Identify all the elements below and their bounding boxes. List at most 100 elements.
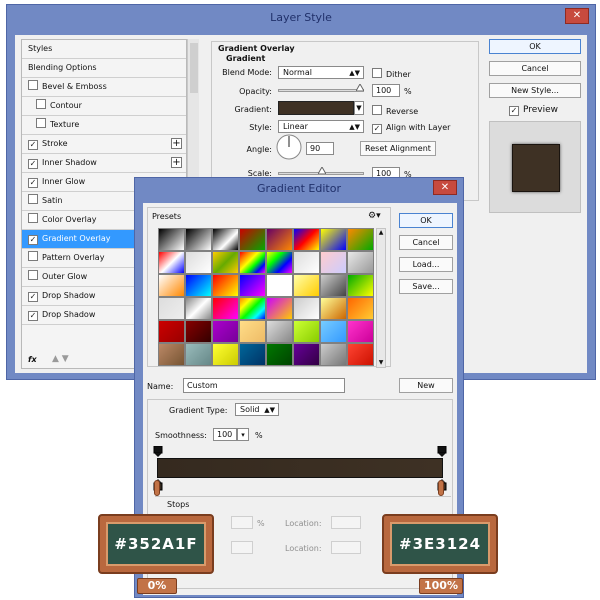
preset-swatch[interactable] [266, 228, 293, 251]
preset-swatch[interactable] [347, 274, 374, 297]
sidebar-item[interactable]: Texture [22, 116, 186, 135]
presets-scrollbar[interactable]: ▲ ▼ [376, 228, 386, 368]
angle-input[interactable]: 90 [306, 142, 334, 155]
preset-swatch[interactable] [266, 320, 293, 343]
preset-swatch[interactable] [347, 228, 374, 251]
preview-checkbox-row[interactable]: ✓ Preview [509, 105, 558, 116]
sidebar-item-checkbox[interactable]: ✓ [28, 235, 38, 245]
sidebar-item[interactable]: ✓ Stroke + [22, 135, 186, 154]
preset-swatch[interactable] [212, 343, 239, 366]
preset-swatch[interactable] [185, 343, 212, 366]
sidebar-item-checkbox[interactable]: ✓ [28, 292, 38, 302]
preset-swatch[interactable] [266, 297, 293, 320]
preset-swatch[interactable] [293, 297, 320, 320]
preset-swatch[interactable] [239, 343, 266, 366]
preset-swatch[interactable] [266, 251, 293, 274]
ge-ok-button[interactable]: OK [399, 213, 453, 228]
opacity-stop-left[interactable] [153, 446, 163, 457]
preset-swatch[interactable] [293, 274, 320, 297]
blend-mode-select[interactable]: Normal ▲▼ [278, 66, 364, 79]
preset-swatch[interactable] [320, 251, 347, 274]
style-select[interactable]: Linear ▲▼ [278, 120, 364, 133]
preset-swatch[interactable] [347, 251, 374, 274]
preset-swatch[interactable] [293, 228, 320, 251]
opacity-slider[interactable] [278, 89, 364, 92]
sidebar-item[interactable]: Styles [22, 40, 186, 59]
preset-swatch[interactable] [185, 274, 212, 297]
add-effect-icon[interactable]: + [171, 138, 182, 149]
preset-swatch[interactable] [212, 251, 239, 274]
preset-swatch[interactable] [158, 297, 185, 320]
reverse-checkbox[interactable] [372, 105, 382, 115]
align-checkbox[interactable]: ✓ [372, 124, 382, 134]
preset-swatch[interactable] [320, 297, 347, 320]
preset-swatch[interactable] [158, 274, 185, 297]
preset-swatch[interactable] [347, 297, 374, 320]
ge-cancel-button[interactable]: Cancel [399, 235, 453, 250]
preset-swatch[interactable] [185, 228, 212, 251]
sidebar-item-checkbox[interactable] [36, 118, 46, 128]
opacity-slider-knob[interactable] [356, 84, 364, 91]
preview-checkbox[interactable]: ✓ [509, 106, 519, 116]
load-button[interactable]: Load... [399, 257, 453, 272]
preset-swatch[interactable] [158, 343, 185, 366]
preset-swatch[interactable] [185, 320, 212, 343]
sidebar-item-checkbox[interactable]: ✓ [28, 178, 38, 188]
angle-dial[interactable] [276, 134, 302, 160]
reverse-checkbox-row[interactable]: Reverse [372, 105, 418, 116]
reset-alignment-button[interactable]: Reset Alignment [360, 141, 436, 156]
sidebar-item-checkbox[interactable] [28, 213, 38, 223]
gradient-dropdown-arrow[interactable]: ▼ [354, 101, 364, 115]
new-button[interactable]: New [399, 378, 453, 393]
opacity-stop-right[interactable] [437, 446, 447, 457]
preset-swatch[interactable] [185, 251, 212, 274]
scale-slider-knob[interactable] [318, 167, 326, 174]
scroll-down-icon[interactable]: ▼ [377, 359, 385, 367]
gradient-type-select[interactable]: Solid ▲▼ [235, 403, 279, 416]
sidebar-item[interactable]: ✓ Inner Shadow + [22, 154, 186, 173]
add-effect-icon[interactable]: + [171, 157, 182, 168]
name-input[interactable]: Custom [183, 378, 345, 393]
preset-swatch[interactable] [293, 320, 320, 343]
sidebar-item-checkbox[interactable] [36, 99, 46, 109]
sidebar-item-checkbox[interactable] [28, 80, 38, 90]
sidebar-item[interactable]: Bevel & Emboss [22, 78, 186, 97]
preset-swatch[interactable] [239, 297, 266, 320]
scroll-up-icon[interactable]: ▲ [377, 229, 385, 237]
sidebar-item-checkbox[interactable]: ✓ [28, 159, 38, 169]
gradient-picker-swatch[interactable] [278, 101, 354, 115]
ok-button[interactable]: OK [489, 39, 581, 54]
preset-swatch[interactable] [320, 343, 347, 366]
preset-swatch[interactable] [239, 228, 266, 251]
fx-icon[interactable]: fx [28, 355, 37, 364]
preset-swatch[interactable] [158, 251, 185, 274]
preset-swatch[interactable] [266, 274, 293, 297]
preset-swatch[interactable] [266, 343, 293, 366]
opacity-input[interactable]: 100 [372, 84, 400, 97]
gear-icon[interactable]: ⚙▾ [368, 211, 381, 221]
preset-swatch[interactable] [320, 274, 347, 297]
sidebar-item[interactable]: Blending Options [22, 59, 186, 78]
sidebar-item-checkbox[interactable] [28, 270, 38, 280]
sidebar-item-checkbox[interactable]: ✓ [28, 140, 38, 150]
cancel-button[interactable]: Cancel [489, 61, 581, 76]
preset-swatch[interactable] [212, 228, 239, 251]
sidebar-item[interactable]: Contour [22, 97, 186, 116]
preset-swatch[interactable] [320, 320, 347, 343]
preset-swatch[interactable] [158, 228, 185, 251]
preset-swatch[interactable] [212, 297, 239, 320]
gradient-preview-bar[interactable] [157, 458, 443, 478]
preset-swatch[interactable] [347, 343, 374, 366]
preset-swatch[interactable] [347, 320, 374, 343]
preset-swatch[interactable] [320, 228, 347, 251]
align-checkbox-row[interactable]: ✓ Align with Layer [372, 123, 450, 134]
preset-swatch[interactable] [185, 297, 212, 320]
preset-swatch[interactable] [239, 274, 266, 297]
smoothness-dropdown[interactable]: ▾ [237, 428, 249, 441]
preset-swatch[interactable] [212, 274, 239, 297]
dither-checkbox-row[interactable]: Dither [372, 68, 411, 79]
gradient-editor-close-button[interactable]: ✕ [433, 180, 457, 195]
layer-style-close-button[interactable]: ✕ [565, 8, 589, 24]
new-style-button[interactable]: New Style... [489, 83, 581, 98]
preset-swatch[interactable] [212, 320, 239, 343]
